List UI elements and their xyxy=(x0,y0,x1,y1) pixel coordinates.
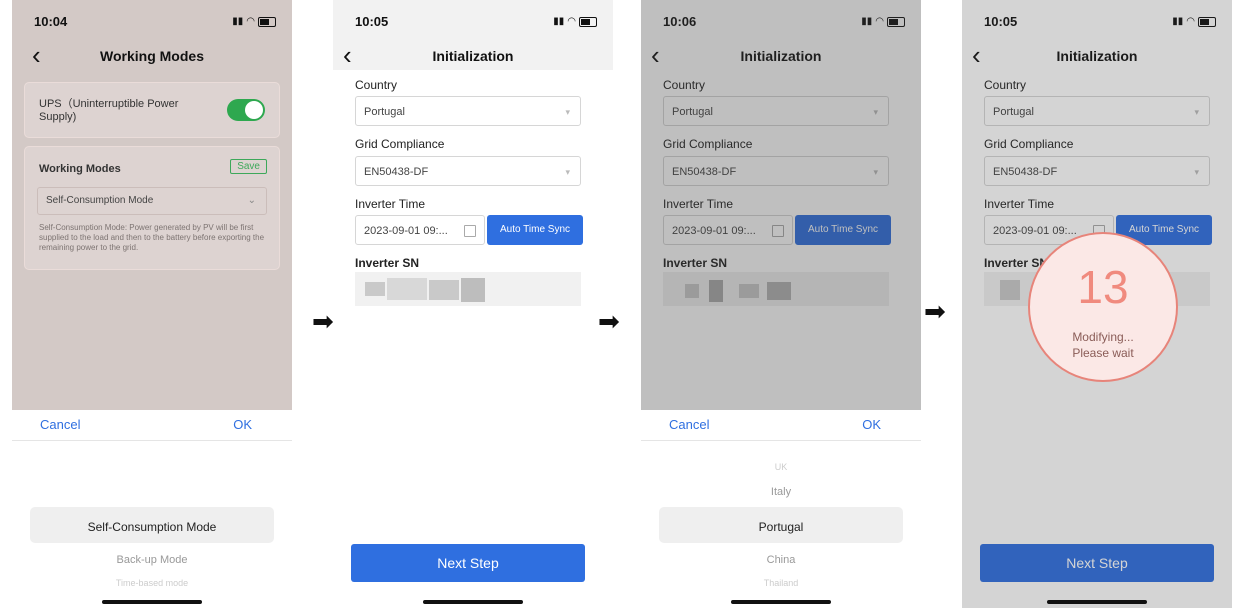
picker-option[interactable]: Self-Consumption Mode xyxy=(12,520,292,534)
inverter-sn-field xyxy=(355,272,581,306)
inverter-time-field[interactable]: 2023-09-01 09:... xyxy=(355,215,485,245)
redacted-block xyxy=(365,282,385,296)
arrow-right-icon: ➡ xyxy=(312,306,334,336)
redacted-block xyxy=(429,280,459,300)
ok-button[interactable]: OK xyxy=(862,417,881,432)
modal-status-text: Modifying... xyxy=(1072,330,1134,344)
country-label: Country xyxy=(355,78,398,92)
home-indicator xyxy=(1047,600,1147,604)
home-indicator xyxy=(731,600,831,604)
battery-icon xyxy=(579,16,597,27)
inverter-time-value: 2023-09-01 09:... xyxy=(364,225,448,237)
status-time: 10:05 xyxy=(355,14,389,29)
grid-compliance-value: EN50438-DF xyxy=(364,166,429,178)
section-title: Working Modes xyxy=(39,163,121,175)
chevron-down-icon: ▾ xyxy=(565,167,570,177)
home-indicator xyxy=(423,600,523,604)
inverter-time-label: Inverter Time xyxy=(355,197,426,211)
battery-icon xyxy=(258,16,276,27)
working-modes-card: Working Modes Save Self-Consumption Mode… xyxy=(24,146,280,270)
country-value: Portugal xyxy=(364,106,405,118)
picker-option[interactable]: Back-up Mode xyxy=(12,554,292,566)
dim-overlay xyxy=(641,0,921,410)
countdown-number: 13 xyxy=(1077,261,1129,313)
redacted-block xyxy=(461,278,485,302)
next-step-button[interactable]: Next Step xyxy=(351,544,585,582)
status-time: 10:04 xyxy=(34,14,68,29)
inverter-sn-label: Inverter SN xyxy=(355,256,420,270)
picker-option[interactable]: Time-based mode xyxy=(12,578,292,586)
redacted-block xyxy=(387,278,427,300)
picker-option[interactable]: UK xyxy=(641,462,921,472)
country-select[interactable]: Portugal ▾ xyxy=(355,96,581,126)
home-indicator xyxy=(102,600,202,604)
auto-time-sync-button[interactable]: Auto Time Sync xyxy=(487,215,583,245)
ups-card: UPS（Uninterruptible Power Supply) xyxy=(24,82,280,138)
picker-toolbar: Cancel OK xyxy=(12,410,292,441)
arrow-right-icon: ➡ xyxy=(924,296,946,326)
progress-modal: 13 Modifying... Please wait xyxy=(1028,232,1178,382)
status-icons: ▮▮ ◠ xyxy=(553,16,597,27)
picker-option[interactable]: Italy xyxy=(641,486,921,498)
wifi-icon: ◠ xyxy=(567,16,576,27)
wifi-icon: ◠ xyxy=(246,16,255,27)
page-title: Initialization xyxy=(432,48,514,64)
chevron-down-icon: ⌄ xyxy=(247,195,256,206)
signal-icon: ▮▮ xyxy=(553,16,565,27)
chevron-down-icon: ▾ xyxy=(565,107,570,117)
grid-compliance-select[interactable]: EN50438-DF ▾ xyxy=(355,156,581,186)
mode-description: Self-Consumption Mode: Power generated b… xyxy=(39,223,265,252)
arrow-right-icon: ➡ xyxy=(598,306,620,336)
signal-icon: ▮▮ xyxy=(232,16,244,27)
grid-compliance-label: Grid Compliance xyxy=(355,137,445,151)
status-icons: ▮▮ ◠ xyxy=(232,16,276,27)
ups-toggle[interactable] xyxy=(227,99,265,121)
cancel-button[interactable]: Cancel xyxy=(40,417,80,432)
ok-button[interactable]: OK xyxy=(233,417,252,432)
mode-select[interactable]: Self-Consumption Mode ⌄ xyxy=(37,187,267,215)
picker-toolbar: Cancel OK xyxy=(641,410,921,441)
screen-working-modes: 10:04 ▮▮ ◠ ‹ Working Modes UPS（Uninterrup… xyxy=(12,0,292,608)
modal-wait-text: Please wait xyxy=(1072,346,1134,360)
picker-option[interactable]: Portugal xyxy=(641,520,921,534)
calendar-icon xyxy=(464,225,476,237)
picker-option[interactable]: China xyxy=(641,554,921,566)
screen-initialization-country-picker: 10:06 ▮▮ ◠ ‹ Initialization Country Portu… xyxy=(641,0,921,608)
picker-option[interactable]: Thailand xyxy=(641,578,921,586)
mode-select-value: Self-Consumption Mode xyxy=(46,195,154,206)
screen-initialization: 10:05 ▮▮ ◠ ‹ Initialization Country Portu… xyxy=(333,0,613,608)
page-title: Working Modes xyxy=(100,48,204,64)
screen-initialization-modifying: 10:05 ▮▮ ◠ ‹ Initialization Country Portu… xyxy=(962,0,1232,608)
cancel-button[interactable]: Cancel xyxy=(669,417,709,432)
ups-label: UPS（Uninterruptible Power Supply) xyxy=(39,98,179,123)
save-button[interactable]: Save xyxy=(230,159,267,174)
